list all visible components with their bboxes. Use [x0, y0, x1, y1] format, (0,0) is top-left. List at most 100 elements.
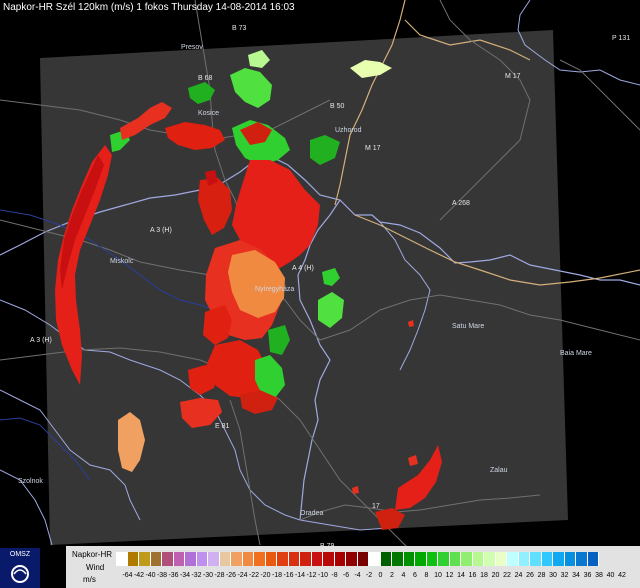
legend-swatch — [564, 552, 576, 566]
legend-title: Napkor-HR — [72, 550, 113, 559]
place-label: Baia Mare — [560, 350, 592, 357]
legend-swatch — [403, 552, 415, 566]
legend-swatch — [127, 552, 139, 566]
legend-swatch — [587, 552, 599, 566]
place-label: Zalau — [490, 467, 508, 474]
road-label: M 17 — [365, 145, 381, 152]
legend-swatch — [300, 552, 312, 566]
legend-tick-label: -38 — [156, 572, 168, 579]
legend-swatch — [357, 552, 369, 566]
road-label: B 73 — [232, 25, 247, 32]
legend-tick-label: 8 — [424, 572, 429, 579]
place-label: Uzhorod — [335, 127, 362, 134]
place-label: Kosice — [198, 110, 219, 117]
legend-tick-label: 2 — [390, 572, 394, 579]
legend-swatches — [116, 552, 599, 566]
legend-swatch — [369, 552, 381, 566]
legend-swatch — [334, 552, 346, 566]
legend-swatch — [438, 552, 450, 566]
legend-swatch — [265, 552, 277, 566]
legend-swatch — [173, 552, 185, 566]
legend-swatch — [323, 552, 335, 566]
place-label: Nyíregyháza — [255, 286, 294, 293]
legend-tick-label: 24 — [514, 572, 523, 579]
road-label: B 68 — [198, 75, 213, 82]
road-label: A 268 — [452, 200, 470, 207]
legend-tick-label: 0 — [378, 572, 383, 579]
legend-tick-label: 10 — [434, 572, 442, 579]
place-label: Szolnok — [18, 478, 43, 485]
legend-tick-label: 16 — [468, 572, 477, 579]
legend-tick-label: -22 — [248, 572, 260, 579]
legend-tick-label: -20 — [260, 572, 271, 579]
legend-quantity: Wind — [86, 563, 105, 572]
legend-tick-label: -6 — [342, 572, 350, 579]
map-canvas: Presov Kosice Uzhorod Miskolc Nyíregyház… — [0, 0, 640, 561]
map-title: Napkor-HR Szél 120km (m/s) 1 fokos Thurs… — [3, 2, 295, 13]
legend-tick-label: -14 — [294, 572, 306, 579]
legend-tick-label: 20 — [491, 572, 500, 579]
color-legend: Napkor-HR Wind m/s -64 -42 -40 -38 -36 -34 -32… — [66, 546, 640, 588]
legend-tick-label: 34 — [572, 572, 580, 579]
legend-swatch — [196, 552, 208, 566]
road-label: E 81 — [215, 423, 230, 430]
legend-swatch — [392, 552, 404, 566]
place-label: Satu Mare — [452, 323, 484, 330]
legend-ticks: -64 -42 -40 -38 -36 -34 -32 -30 -28 -26 -24 -22 -20-… — [116, 572, 636, 582]
legend-tick-label: -10 — [317, 572, 329, 579]
legend-tick-label: 22 — [503, 572, 511, 579]
legend-swatch — [507, 552, 519, 566]
legend-swatch — [541, 552, 553, 566]
legend-swatch — [219, 552, 231, 566]
legend-swatch — [472, 552, 484, 566]
legend-tick-label: 18 — [480, 572, 488, 579]
legend-tick-label: -26 — [225, 572, 237, 579]
legend-tick-label: 14 — [457, 572, 465, 579]
legend-tick-label: -36 — [168, 572, 179, 579]
legend-swatch — [495, 552, 507, 566]
legend-swatch — [346, 552, 358, 566]
legend-swatch — [518, 552, 530, 566]
legend-tick-label: -2 — [365, 572, 373, 579]
legend-tick-label: 4 — [401, 572, 406, 579]
road-label: A 3 (H) — [30, 337, 52, 344]
legend-swatch — [231, 552, 243, 566]
road-label: A 3 (H) — [150, 227, 172, 234]
legend-tick-label: -64 — [122, 572, 133, 579]
legend-swatch — [288, 552, 300, 566]
legend-tick-label: -16 — [283, 572, 294, 579]
legend-swatch — [461, 552, 473, 566]
legend-swatch — [139, 552, 151, 566]
legend-tick-label: -28 — [214, 572, 225, 579]
legend-tick-label: 26 — [526, 572, 534, 579]
legend-swatch — [576, 552, 588, 566]
legend-tick-label: -18 — [271, 572, 283, 579]
legend-swatch — [426, 552, 438, 566]
legend-unit: m/s — [83, 575, 96, 584]
legend-swatch — [150, 552, 162, 566]
legend-swatch — [380, 552, 392, 566]
radar-map: Presov Kosice Uzhorod Miskolc Nyíregyház… — [0, 0, 640, 588]
road-label: 17 — [372, 503, 380, 510]
legend-swatch — [162, 552, 174, 566]
legend-swatch — [484, 552, 496, 566]
legend-swatch — [530, 552, 542, 566]
legend-swatch — [553, 552, 565, 566]
legend-swatch — [415, 552, 427, 566]
road-label: A 4 (H) — [292, 265, 314, 272]
legend-swatch — [242, 552, 254, 566]
legend-tick-label: 12 — [445, 572, 454, 579]
road-label: M 17 — [505, 73, 521, 80]
legend-tick-label: -40 — [145, 572, 156, 579]
omsz-logo: OMSZ — [0, 548, 40, 588]
legend-tick-label: 30 — [549, 572, 557, 579]
place-label: Oradea — [300, 510, 323, 517]
omsz-logo-icon — [11, 565, 29, 583]
legend-tick-label: -8 — [331, 572, 338, 579]
legend-swatch — [254, 552, 266, 566]
legend-tick-label: -42 — [133, 572, 145, 579]
legend-tick-label: -34 — [179, 572, 191, 579]
road-label: P 131 — [612, 35, 630, 42]
legend-tick-label: -4 — [354, 572, 361, 579]
legend-swatch — [208, 552, 220, 566]
